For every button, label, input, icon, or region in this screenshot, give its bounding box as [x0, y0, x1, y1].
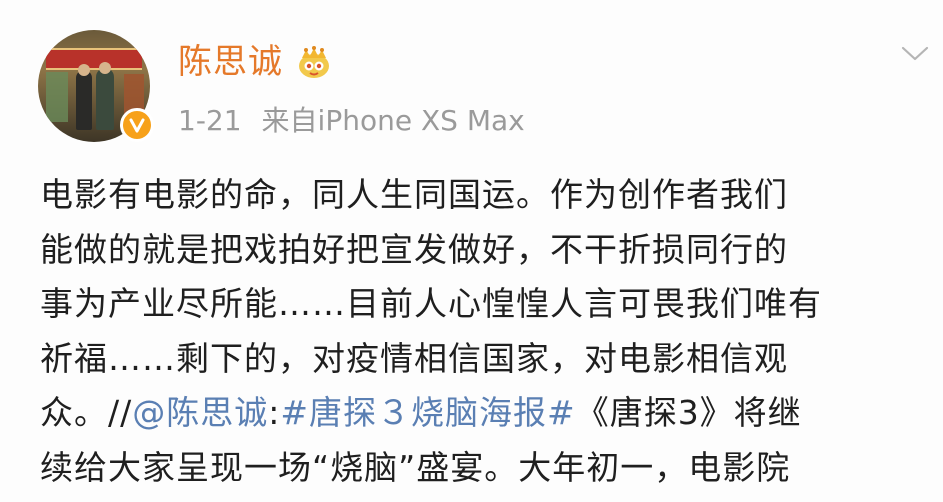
- author-name[interactable]: 陈思诚: [178, 42, 283, 82]
- content-line: 众。//@陈思诚:#唐探３烧脑海报#《唐探3》将继: [40, 386, 930, 441]
- author-avatar[interactable]: [38, 30, 154, 142]
- vip-crown-icon[interactable]: [296, 46, 332, 80]
- content-text: 众。//: [40, 393, 133, 432]
- content-line: 事为产业尽所能……目前人心惶惶人言可畏我们唯有: [40, 284, 822, 323]
- post-source[interactable]: 来自iPhone XS Max: [262, 104, 525, 137]
- content-line: 祈福……剩下的，对疫情相信国家，对电影相信观: [40, 338, 788, 378]
- content-line: 能做的就是把戏拍好把宣发做好，不干折损同行的: [40, 229, 788, 269]
- content-text: :: [268, 393, 281, 432]
- verified-v-icon: [120, 108, 154, 142]
- content-text: 《唐探3》将继: [575, 393, 802, 432]
- content-line: 续给大家呈现一场“烧脑”盛宴。大年初一，电影院: [40, 447, 791, 487]
- post-meta: 1-21 来自iPhone XS Max: [178, 104, 525, 138]
- hashtag-link[interactable]: #唐探３烧脑海报#: [280, 393, 575, 432]
- weibo-post: 陈思诚 1-21 来自iPhone XS Max 电影有电影的命，同人生同国运。作…: [0, 0, 943, 502]
- mention-link[interactable]: @陈思诚: [132, 393, 268, 432]
- content-line: 电影有电影的命，同人生同国运。作为创作者我们: [40, 175, 788, 214]
- chevron-down-icon[interactable]: [900, 44, 930, 64]
- post-time: 1-21: [178, 104, 242, 137]
- post-content: 电影有电影的命，同人生同国运。作为创作者我们 能做的就是把戏拍好把宣发做好，不干…: [40, 168, 930, 495]
